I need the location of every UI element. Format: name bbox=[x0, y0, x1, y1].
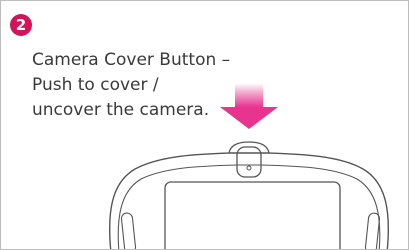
left-grip bbox=[120, 212, 137, 249]
illustration-frame: 2 Camera Cover Button – Push to cover / … bbox=[0, 0, 409, 250]
push-down-arrow-icon bbox=[220, 83, 278, 129]
device-screen bbox=[164, 181, 341, 249]
device-illustration bbox=[108, 83, 390, 249]
camera-cover-button bbox=[228, 141, 270, 178]
right-grip bbox=[364, 212, 381, 249]
